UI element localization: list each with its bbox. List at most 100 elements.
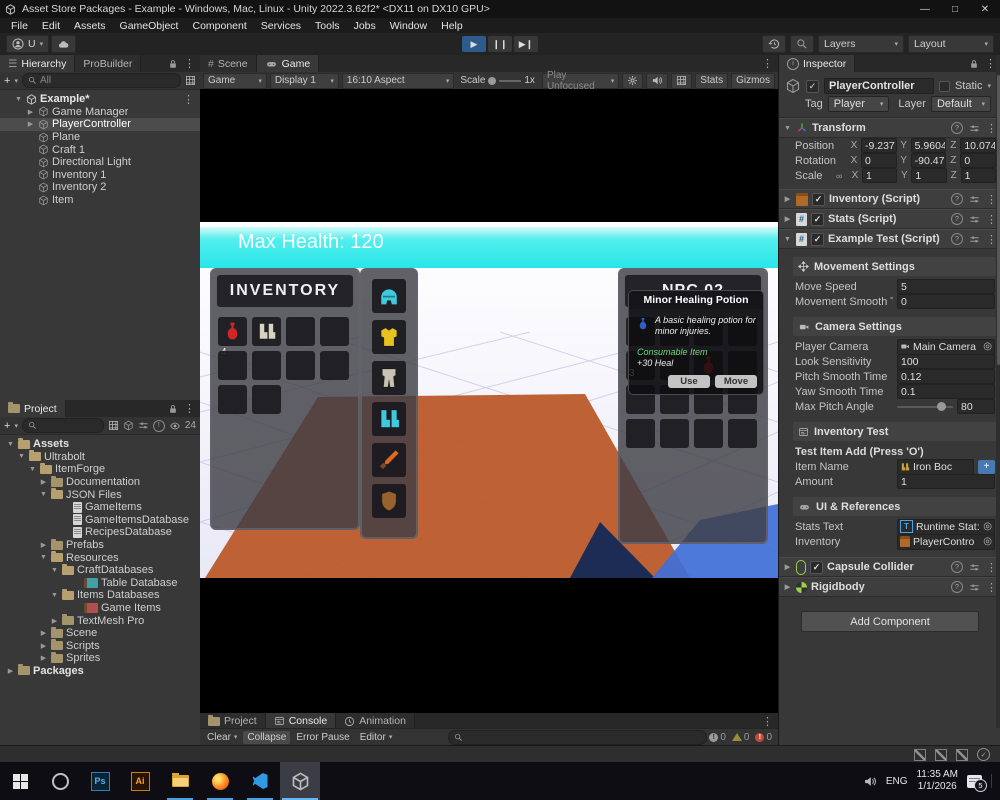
lock-icon[interactable] xyxy=(168,59,178,69)
scale-slider-knob[interactable] xyxy=(488,77,496,85)
play-focused-dropdown[interactable]: Play Unfocused ▾ xyxy=(542,73,619,89)
pause-button[interactable]: ❙❙ xyxy=(488,36,512,52)
open-search-icon[interactable] xyxy=(108,420,119,431)
rotation-y-field[interactable]: -90.47 xyxy=(911,153,947,168)
project-item-craftdatabases[interactable]: ▼CraftDatabases xyxy=(0,564,200,577)
project-item-assets[interactable]: ▼Assets xyxy=(0,438,200,451)
taskbar-clock[interactable]: 11:35 AM 1/1/2026 xyxy=(916,769,958,794)
hierarchy-search-input[interactable]: All xyxy=(22,73,181,88)
layout-dropdown[interactable]: Layout ▾ xyxy=(908,35,994,53)
static-checkbox[interactable] xyxy=(939,81,950,92)
stats-component-header[interactable]: ▶ # ✓ Stats (Script) ?⋮ xyxy=(779,209,1000,229)
add-item-button[interactable]: + xyxy=(978,460,995,474)
active-checkbox[interactable]: ✓ xyxy=(806,80,819,93)
foldout-icon[interactable]: ▶ xyxy=(26,120,35,128)
project-item-textmesh-pro[interactable]: ▶TextMesh Pro xyxy=(0,614,200,627)
tab-console[interactable]: Console xyxy=(266,713,337,729)
scale-z-field[interactable]: 1 xyxy=(961,168,996,183)
editor-dropdown[interactable]: Editor ▾ xyxy=(356,731,397,744)
project-item-gameitems[interactable]: GameItems xyxy=(0,501,200,514)
scale-slider-track[interactable] xyxy=(499,80,521,82)
inventory-object-field[interactable]: PlayerContro ◎ xyxy=(897,534,995,550)
taskbar-vscode[interactable] xyxy=(240,762,280,800)
foldout-icon[interactable]: ▼ xyxy=(783,125,792,132)
add-component-button[interactable]: Add Component xyxy=(801,611,979,632)
look-sensitivity-field[interactable]: 100 xyxy=(897,354,995,369)
npc-slot[interactable] xyxy=(694,419,723,448)
add-button[interactable]: + xyxy=(4,420,10,432)
stats-button[interactable]: Stats xyxy=(695,73,728,89)
taskbar-unity[interactable] xyxy=(280,762,320,800)
kebab-menu-icon[interactable]: ⋮ xyxy=(762,715,773,728)
inventory-slot[interactable] xyxy=(252,385,281,414)
cortana-search-button[interactable] xyxy=(40,762,80,800)
debug-button[interactable] xyxy=(622,73,643,89)
equip-slot-helmet[interactable] xyxy=(372,279,406,313)
collapse-button[interactable]: Collapse xyxy=(243,731,290,744)
notification-center-button[interactable]: 5 xyxy=(967,775,982,788)
project-item-documentation[interactable]: ▶Documentation xyxy=(0,476,200,489)
foldout-icon[interactable]: ▼ xyxy=(783,236,792,243)
kebab-menu-icon[interactable]: ⋮ xyxy=(762,57,773,70)
start-button[interactable] xyxy=(0,762,40,800)
filter-type-icon[interactable] xyxy=(123,420,134,431)
object-picker-icon[interactable]: ◎ xyxy=(983,521,992,532)
movement-smooth-field[interactable]: 0 xyxy=(897,294,995,309)
inventory-slot[interactable] xyxy=(320,317,349,346)
rotation-z-field[interactable]: 0 xyxy=(960,153,996,168)
equip-slot-boots[interactable] xyxy=(372,402,406,436)
lock-icon[interactable] xyxy=(168,404,178,414)
hierarchy-item-inventory-2[interactable]: Inventory 2 xyxy=(0,181,200,194)
search-button[interactable] xyxy=(790,35,814,53)
link-scale-icon[interactable]: ∞ xyxy=(836,171,848,181)
presets-icon[interactable] xyxy=(969,234,980,245)
inventory-slot[interactable] xyxy=(218,385,247,414)
tab-game[interactable]: Game xyxy=(257,55,320,72)
inventory-component-header[interactable]: ▶ ✓ Inventory (Script) ?⋮ xyxy=(779,189,1000,209)
position-x-field[interactable]: -9.237 xyxy=(861,138,897,153)
hierarchy-item-game-manager[interactable]: ▶ Game Manager xyxy=(0,106,200,119)
npc-slot[interactable] xyxy=(660,419,689,448)
project-item-game-items[interactable]: Game Items xyxy=(0,602,200,615)
vsync-button[interactable] xyxy=(671,73,692,89)
menu-window[interactable]: Window xyxy=(383,20,434,32)
capsule-collider-header[interactable]: ▶ ✓ Capsule Collider ?⋮ xyxy=(779,557,1000,577)
error-pause-button[interactable]: Error Pause xyxy=(292,731,353,744)
move-button[interactable]: Move xyxy=(715,375,757,388)
equip-slot-leggings[interactable] xyxy=(372,361,406,395)
component-enabled-checkbox[interactable]: ✓ xyxy=(810,561,823,574)
npc-slot[interactable] xyxy=(626,419,655,448)
project-item-gameitemsdatabase[interactable]: GameItemsDatabase xyxy=(0,514,200,527)
project-item-sprites[interactable]: ▶Sprites xyxy=(0,652,200,665)
hierarchy-item-inventory-1[interactable]: Inventory 1 xyxy=(0,169,200,182)
position-y-field[interactable]: 5.9604 xyxy=(911,138,947,153)
slider-knob[interactable] xyxy=(937,402,946,411)
gameobject-name-field[interactable]: PlayerController xyxy=(824,78,934,94)
equip-slot-shield[interactable] xyxy=(372,484,406,518)
menu-file[interactable]: File xyxy=(4,20,35,32)
hierarchy-item-plane[interactable]: Plane xyxy=(0,131,200,144)
tag-dropdown[interactable]: Player ▾ xyxy=(828,96,890,112)
minimize-button[interactable]: — xyxy=(910,0,940,18)
menu-tools[interactable]: Tools xyxy=(308,20,347,32)
amount-field[interactable]: 1 xyxy=(897,474,995,489)
use-button[interactable]: Use xyxy=(668,375,710,388)
aspect-ratio-dropdown[interactable]: 16:10 Aspect ▾ xyxy=(342,73,454,89)
tray-pen-disabled-icon[interactable] xyxy=(914,749,926,761)
item-name-object-field[interactable]: Iron Boc xyxy=(897,459,974,475)
inventory-slot[interactable] xyxy=(286,317,315,346)
play-button[interactable]: ▶ xyxy=(462,36,486,52)
taskbar-file-explorer[interactable] xyxy=(160,762,200,800)
info-count-badge[interactable]: ! 0 xyxy=(709,732,726,743)
scale-y-field[interactable]: 1 xyxy=(911,168,946,183)
mute-audio-button[interactable] xyxy=(646,73,668,89)
clear-button[interactable]: Clear ▾ xyxy=(203,731,241,744)
menu-services[interactable]: Services xyxy=(254,20,308,32)
menu-jobs[interactable]: Jobs xyxy=(347,20,383,32)
hierarchy-item-example[interactable]: ▼ Example* ⋮ xyxy=(0,93,200,106)
npc-slot[interactable] xyxy=(728,419,757,448)
search-window-icon[interactable] xyxy=(185,75,196,86)
inventory-slot[interactable] xyxy=(286,351,315,380)
presets-icon[interactable] xyxy=(969,214,980,225)
project-item-ultrabolt[interactable]: ▼Ultrabolt xyxy=(0,451,200,464)
